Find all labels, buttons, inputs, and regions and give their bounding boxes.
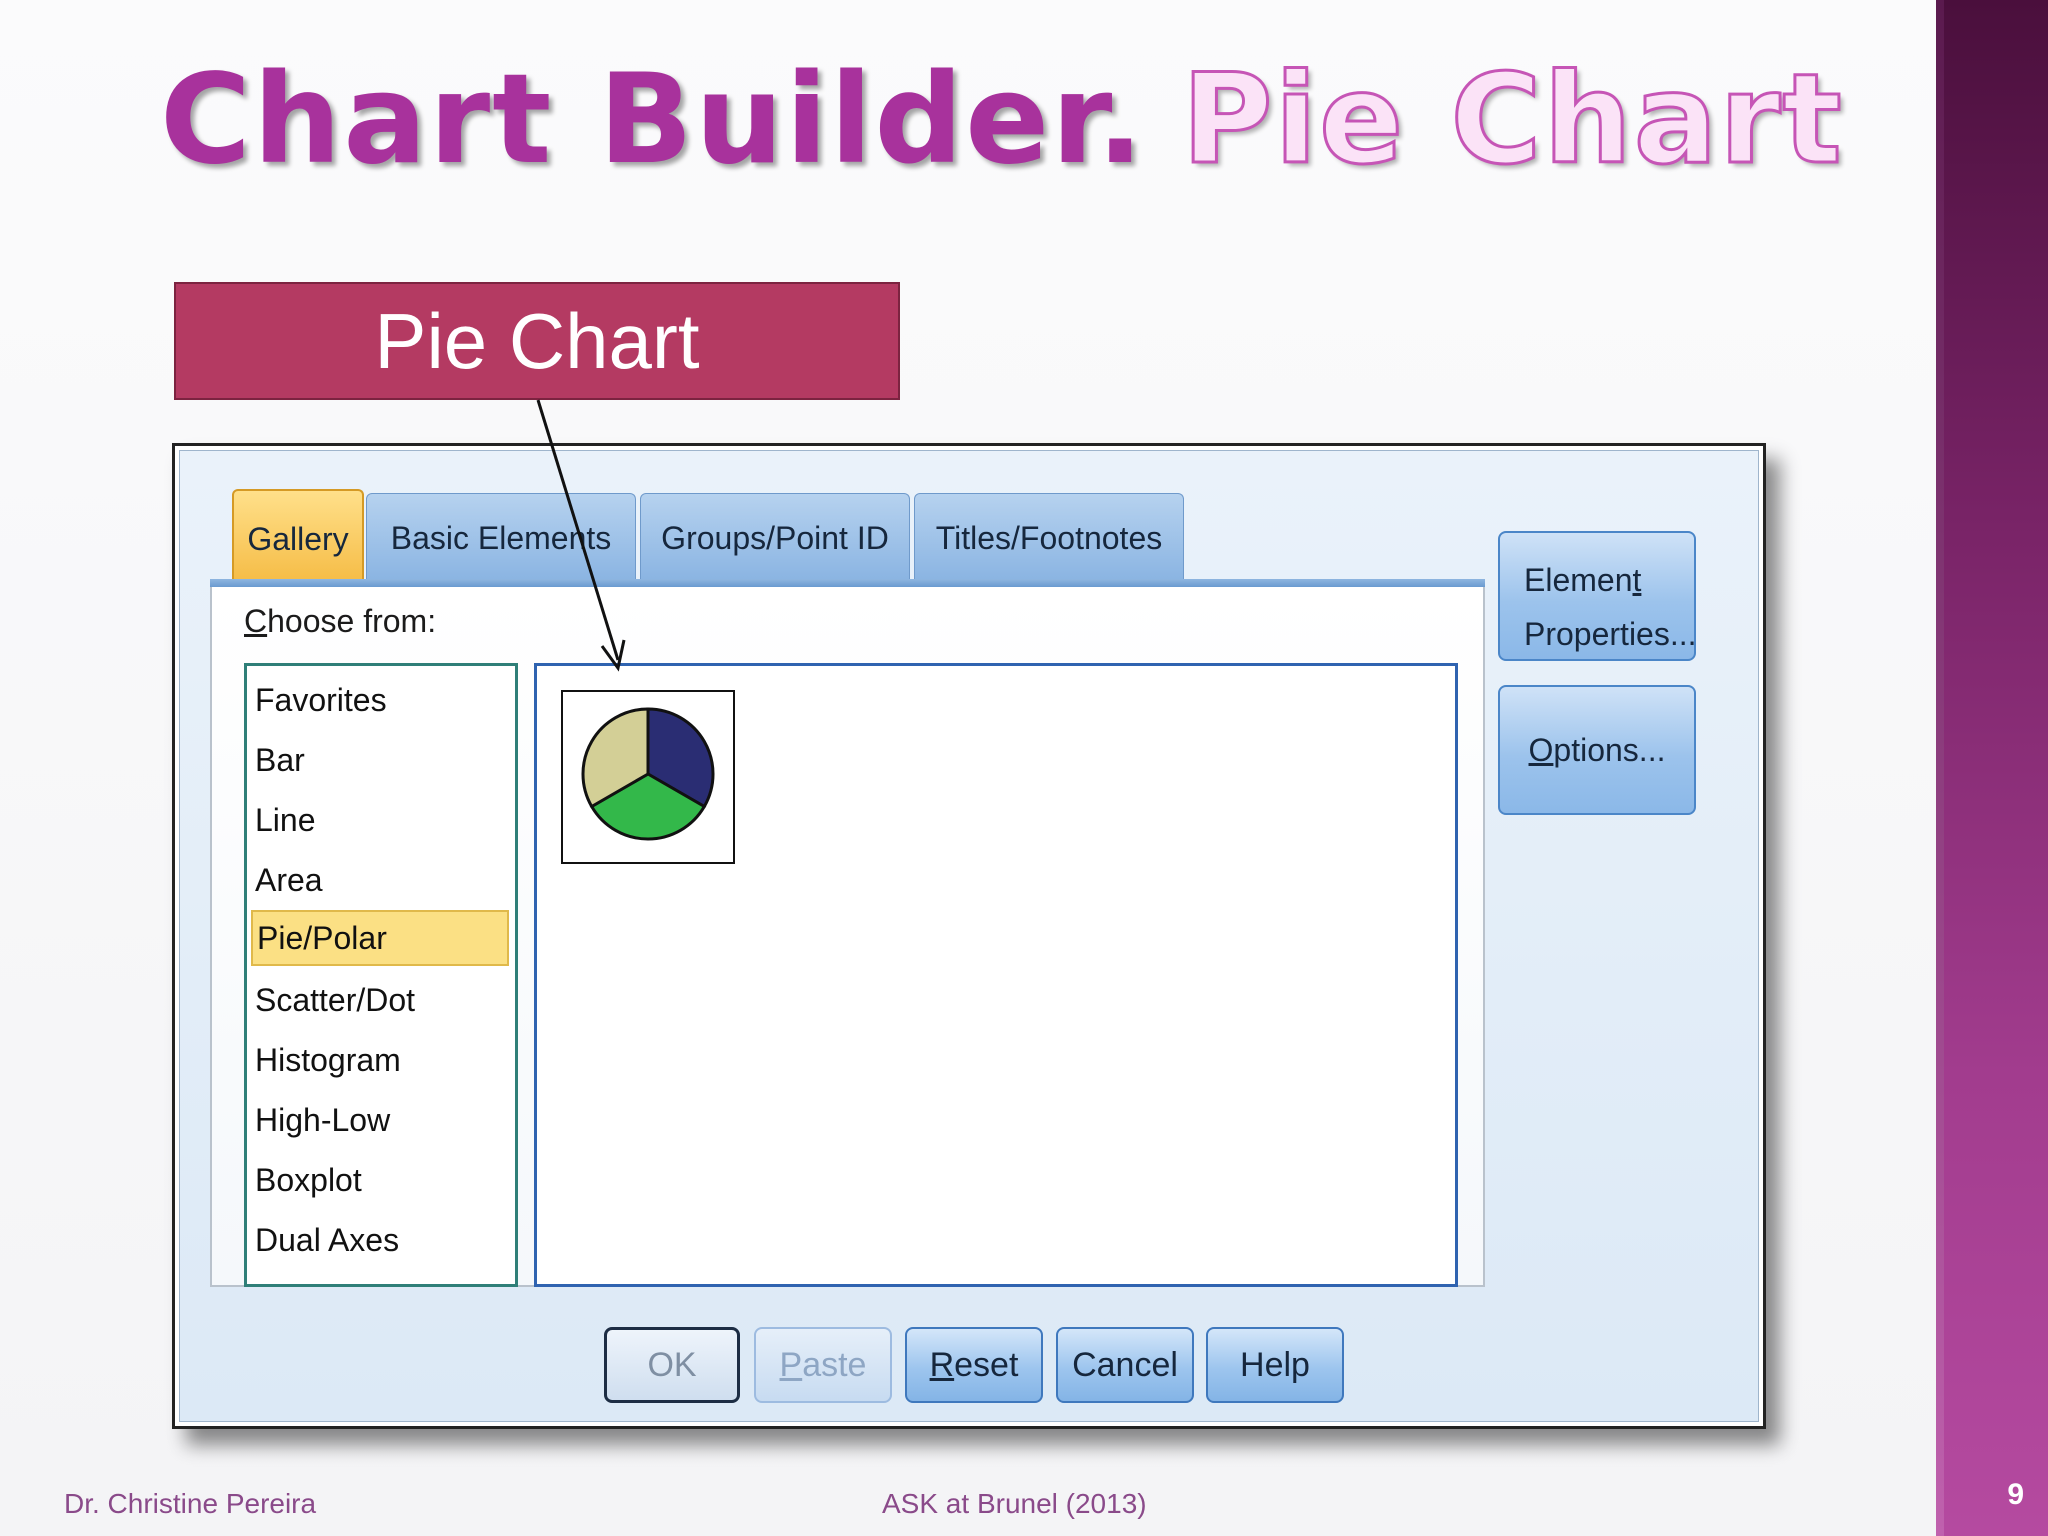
paste-button[interactable]: Paste bbox=[754, 1327, 892, 1403]
element-properties-button[interactable]: Element Properties... bbox=[1498, 531, 1697, 661]
label-rest: ptions... bbox=[1553, 731, 1666, 768]
reset-label: Reset bbox=[930, 1346, 1019, 1385]
list-item-boxplot[interactable]: Boxplot bbox=[251, 1152, 509, 1208]
tab-basic-elements[interactable]: Basic Elements bbox=[366, 493, 636, 581]
page-number: 9 bbox=[2007, 1478, 2024, 1511]
title-part-2: Pie Chart bbox=[1180, 48, 1844, 192]
ok-button[interactable]: OK bbox=[604, 1327, 740, 1403]
list-item-high-low[interactable]: High-Low bbox=[251, 1092, 509, 1148]
tab-label: Titles/Footnotes bbox=[935, 520, 1163, 556]
label-rest: aste bbox=[802, 1345, 867, 1384]
list-item-favorites[interactable]: Favorites bbox=[251, 672, 509, 728]
list-item-line[interactable]: Line bbox=[251, 792, 509, 848]
options-label: Options... bbox=[1529, 732, 1666, 769]
label-rest: hoose from: bbox=[267, 603, 437, 639]
tab-label: Gallery bbox=[247, 520, 349, 557]
footer-event: ASK at Brunel (2013) bbox=[882, 1488, 1147, 1519]
side-band-stripe bbox=[1936, 0, 1944, 1536]
tab-titles-footnotes[interactable]: Titles/Footnotes bbox=[914, 493, 1184, 581]
choose-from-label: Choose from: bbox=[244, 603, 436, 640]
tab-label: Basic Elements bbox=[390, 520, 612, 556]
callout-box: Pie Chart bbox=[174, 282, 900, 400]
paste-label: Paste bbox=[780, 1346, 867, 1385]
mnemonic: t bbox=[1632, 562, 1642, 598]
list-item-dual-axes[interactable]: Dual Axes bbox=[251, 1212, 509, 1268]
help-button[interactable]: Help bbox=[1206, 1327, 1344, 1403]
tab-label: Groups/Point ID bbox=[661, 520, 889, 556]
reset-button[interactable]: Reset bbox=[905, 1327, 1043, 1403]
callout-label: Pie Chart bbox=[374, 296, 700, 385]
mnemonic: R bbox=[929, 1345, 955, 1384]
slide-title: Chart Builder. Pie Chart bbox=[160, 57, 1844, 184]
mnemonic: C bbox=[244, 603, 268, 639]
list-item-histogram[interactable]: Histogram bbox=[251, 1032, 509, 1088]
button-line-2: Properties... bbox=[1524, 616, 1697, 652]
cancel-label: Cancel bbox=[1072, 1345, 1178, 1384]
help-label: Help bbox=[1240, 1345, 1310, 1384]
chart-builder-dialog: Gallery Basic Elements Groups/Point ID T… bbox=[172, 443, 1766, 1429]
tab-strip-divider bbox=[210, 579, 1485, 587]
pie-chart-icon bbox=[581, 707, 715, 841]
mnemonic: P bbox=[779, 1345, 803, 1384]
dialog-body: Gallery Basic Elements Groups/Point ID T… bbox=[179, 450, 1759, 1422]
chart-type-list[interactable]: Favorites Bar Line Area Pie/Polar Scatte… bbox=[244, 663, 518, 1287]
list-item-pie-polar[interactable]: Pie/Polar bbox=[251, 910, 509, 966]
list-item-scatter-dot[interactable]: Scatter/Dot bbox=[251, 972, 509, 1028]
title-part-1: Chart Builder. bbox=[160, 48, 1146, 192]
list-item-area[interactable]: Area bbox=[251, 852, 509, 908]
mnemonic: O bbox=[1528, 731, 1554, 768]
chart-gallery bbox=[534, 663, 1458, 1287]
tab-gallery[interactable]: Gallery bbox=[232, 489, 364, 585]
list-item-bar[interactable]: Bar bbox=[251, 732, 509, 788]
tab-groups-point-id[interactable]: Groups/Point ID bbox=[640, 493, 910, 581]
pie-chart-thumbnail[interactable] bbox=[561, 690, 735, 864]
button-line-1: Element bbox=[1524, 553, 1694, 607]
footer-author: Dr. Christine Pereira bbox=[64, 1488, 317, 1519]
decorative-side-band: 9 bbox=[1936, 0, 2048, 1536]
options-button[interactable]: Options... bbox=[1498, 685, 1696, 815]
label-part: Elemen bbox=[1524, 562, 1633, 598]
ok-label: OK bbox=[647, 1345, 697, 1384]
label-rest: eset bbox=[954, 1345, 1019, 1384]
cancel-button[interactable]: Cancel bbox=[1056, 1327, 1194, 1403]
